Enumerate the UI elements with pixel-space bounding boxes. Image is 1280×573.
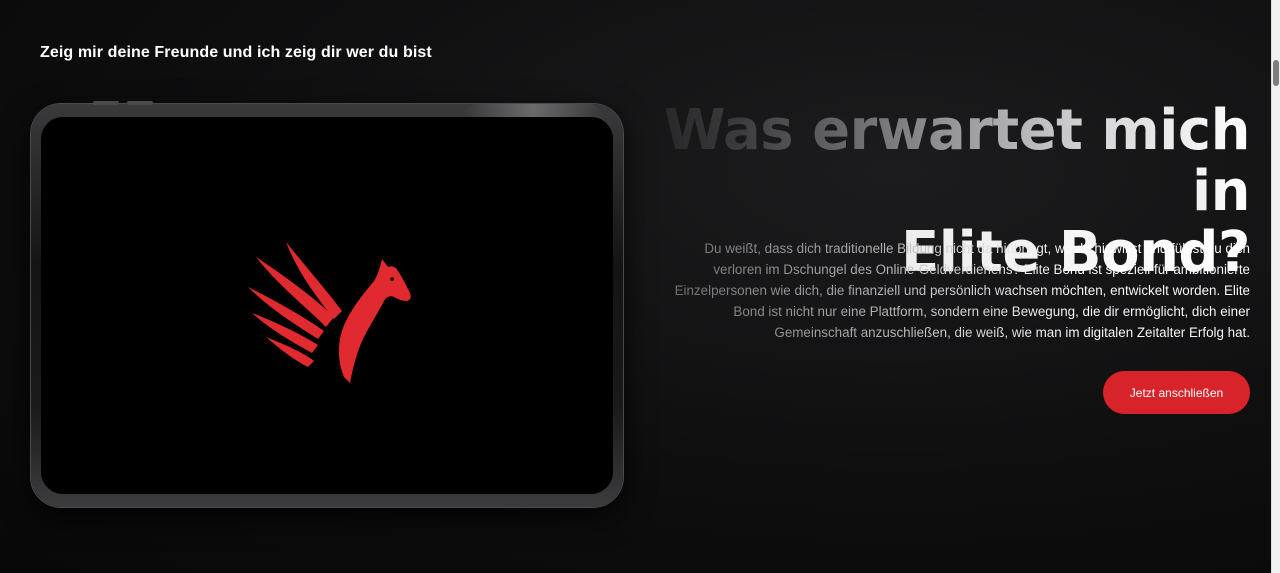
tablet-button (127, 101, 153, 105)
hero-section: Zeig mir deine Freunde und ich zeig dir … (0, 0, 1280, 573)
join-now-button[interactable]: Jetzt anschließen (1103, 371, 1250, 414)
description-text: Du weißt, dass dich traditionelle Bildun… (670, 238, 1250, 343)
headline-line-1: Was erwartet mich in (610, 100, 1251, 222)
scrollbar[interactable] (1271, 0, 1280, 573)
scrollbar-thumb[interactable] (1273, 60, 1279, 86)
tablet-button (93, 101, 119, 105)
tablet-mockup (31, 101, 623, 507)
tagline: Zeig mir deine Freunde und ich zeig dir … (40, 44, 432, 61)
tablet-glare (463, 104, 603, 118)
tablet-screen (41, 117, 613, 494)
pegasus-icon (248, 242, 411, 383)
